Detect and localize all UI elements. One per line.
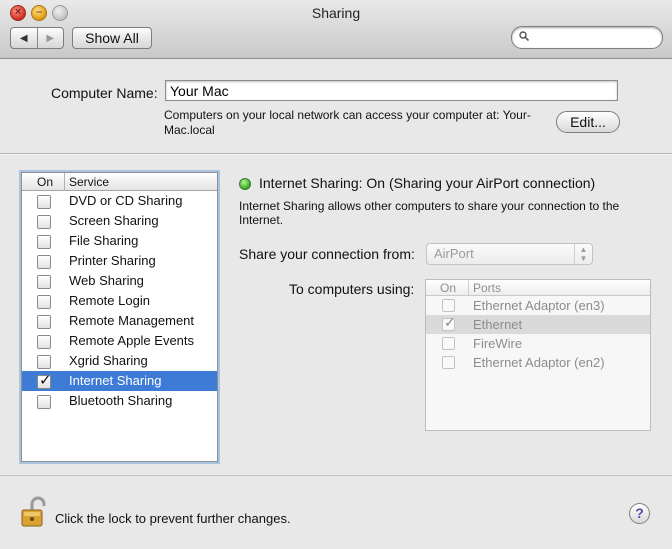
search-input[interactable] [534,29,658,46]
port-row[interactable]: Ethernet Adaptor (en3) [426,296,650,315]
service-rows: DVD or CD Sharing Screen Sharing File Shar… [22,191,217,411]
show-all-button[interactable]: Show All [72,27,152,49]
forward-button[interactable]: ▶ [36,28,64,48]
service-row[interactable]: Web Sharing [22,271,217,291]
back-button[interactable]: ◀ [11,28,37,48]
share-from-label: Share your connection from: [239,246,415,262]
service-list[interactable]: On Service DVD or CD Sharing Screen Shari… [21,172,218,462]
service-checkbox[interactable] [37,335,51,349]
back-forward-control: ◀ ▶ [10,27,64,49]
service-row[interactable]: Remote Apple Events [22,331,217,351]
service-checkbox[interactable] [37,395,51,409]
window-title: Sharing [311,5,361,21]
ports-header: On Ports [426,280,650,296]
checkmark-icon: ✓ [444,314,456,330]
service-name: Bluetooth Sharing [69,393,173,408]
service-checkbox[interactable] [37,315,51,329]
ports-header-on[interactable]: On [440,281,456,295]
service-row[interactable]: Xgrid Sharing [22,351,217,371]
port-checkbox[interactable] [442,337,455,350]
port-name: Ethernet Adaptor (en2) [473,355,605,370]
service-name: File Sharing [69,233,139,248]
port-row[interactable]: Ethernet Adaptor (en2) [426,353,650,372]
divider [0,153,672,155]
computer-name-field[interactable] [165,80,618,101]
service-checkbox[interactable] [37,275,51,289]
service-checkbox[interactable] [37,295,51,309]
service-name: Printer Sharing [69,253,156,268]
help-button[interactable]: ? [629,503,650,524]
service-row[interactable]: DVD or CD Sharing [22,191,217,211]
to-computers-label: To computers using: [289,281,415,297]
port-name: Ethernet [473,317,523,332]
service-row[interactable]: Remote Login [22,291,217,311]
service-name: Remote Apple Events [69,333,195,348]
share-from-popup[interactable]: AirPort ▲ ▼ [426,243,593,265]
service-row[interactable]: Screen Sharing [22,211,217,231]
header-divider [64,173,65,190]
service-row[interactable]: ✓ Internet Sharing [22,371,217,391]
service-name: Web Sharing [69,273,144,288]
search-icon [519,31,529,41]
ports-table[interactable]: On Ports Ethernet Adaptor (en3) ✓ Ethernet… [425,279,651,431]
port-checkbox[interactable]: ✓ [442,314,456,331]
service-checkbox[interactable] [37,355,51,369]
port-row[interactable]: FireWire [426,334,650,353]
header-on[interactable]: On [37,175,53,189]
service-list-header: On Service [22,173,217,191]
service-checkbox[interactable] [37,235,51,249]
service-name: Remote Management [69,313,195,328]
port-checkbox[interactable] [442,356,455,369]
port-row[interactable]: ✓ Ethernet [426,314,650,334]
service-name: Remote Login [69,293,150,308]
ports-header-divider [468,280,469,295]
computer-name-description: Computers on your local network can acce… [164,108,531,137]
computer-name-label: Computer Name: [51,85,158,101]
titlebar: × – Sharing ◀ ▶ Show All [0,0,672,59]
status-text: Internet Sharing: On (Sharing your AirPo… [259,175,596,191]
service-row[interactable]: File Sharing [22,231,217,251]
service-name: Xgrid Sharing [69,353,148,368]
lock-message: Click the lock to prevent further change… [55,511,291,526]
sharing-window: × – Sharing ◀ ▶ Show All Computer Name: … [0,0,672,549]
service-checkbox[interactable]: ✓ [37,372,52,389]
port-name: Ethernet Adaptor (en3) [473,298,605,313]
service-checkbox[interactable] [37,195,51,209]
search-field[interactable] [511,26,663,49]
popup-arrows-icon: ▲ ▼ [574,244,592,264]
port-rows: Ethernet Adaptor (en3) ✓ Ethernet FireWire E… [426,296,650,372]
service-name: Screen Sharing [69,213,159,228]
checkmark-icon: ✓ [39,372,52,389]
lock-icon[interactable] [20,496,46,528]
service-row[interactable]: Bluetooth Sharing [22,391,217,411]
service-row[interactable]: Remote Management [22,311,217,331]
ports-header-name[interactable]: Ports [473,281,501,295]
header-service[interactable]: Service [69,175,109,189]
footer-divider [0,475,672,476]
port-name: FireWire [473,336,523,351]
service-row[interactable]: Printer Sharing [22,251,217,271]
status-indicator-icon [239,178,251,190]
status-description: Internet Sharing allows other computers … [239,199,620,227]
service-name: Internet Sharing [69,373,162,388]
service-checkbox[interactable] [37,215,51,229]
share-from-value: AirPort [434,246,474,261]
service-checkbox[interactable] [37,255,51,269]
service-name: DVD or CD Sharing [69,193,183,208]
port-checkbox[interactable] [442,299,455,312]
edit-button[interactable]: Edit... [556,111,620,133]
